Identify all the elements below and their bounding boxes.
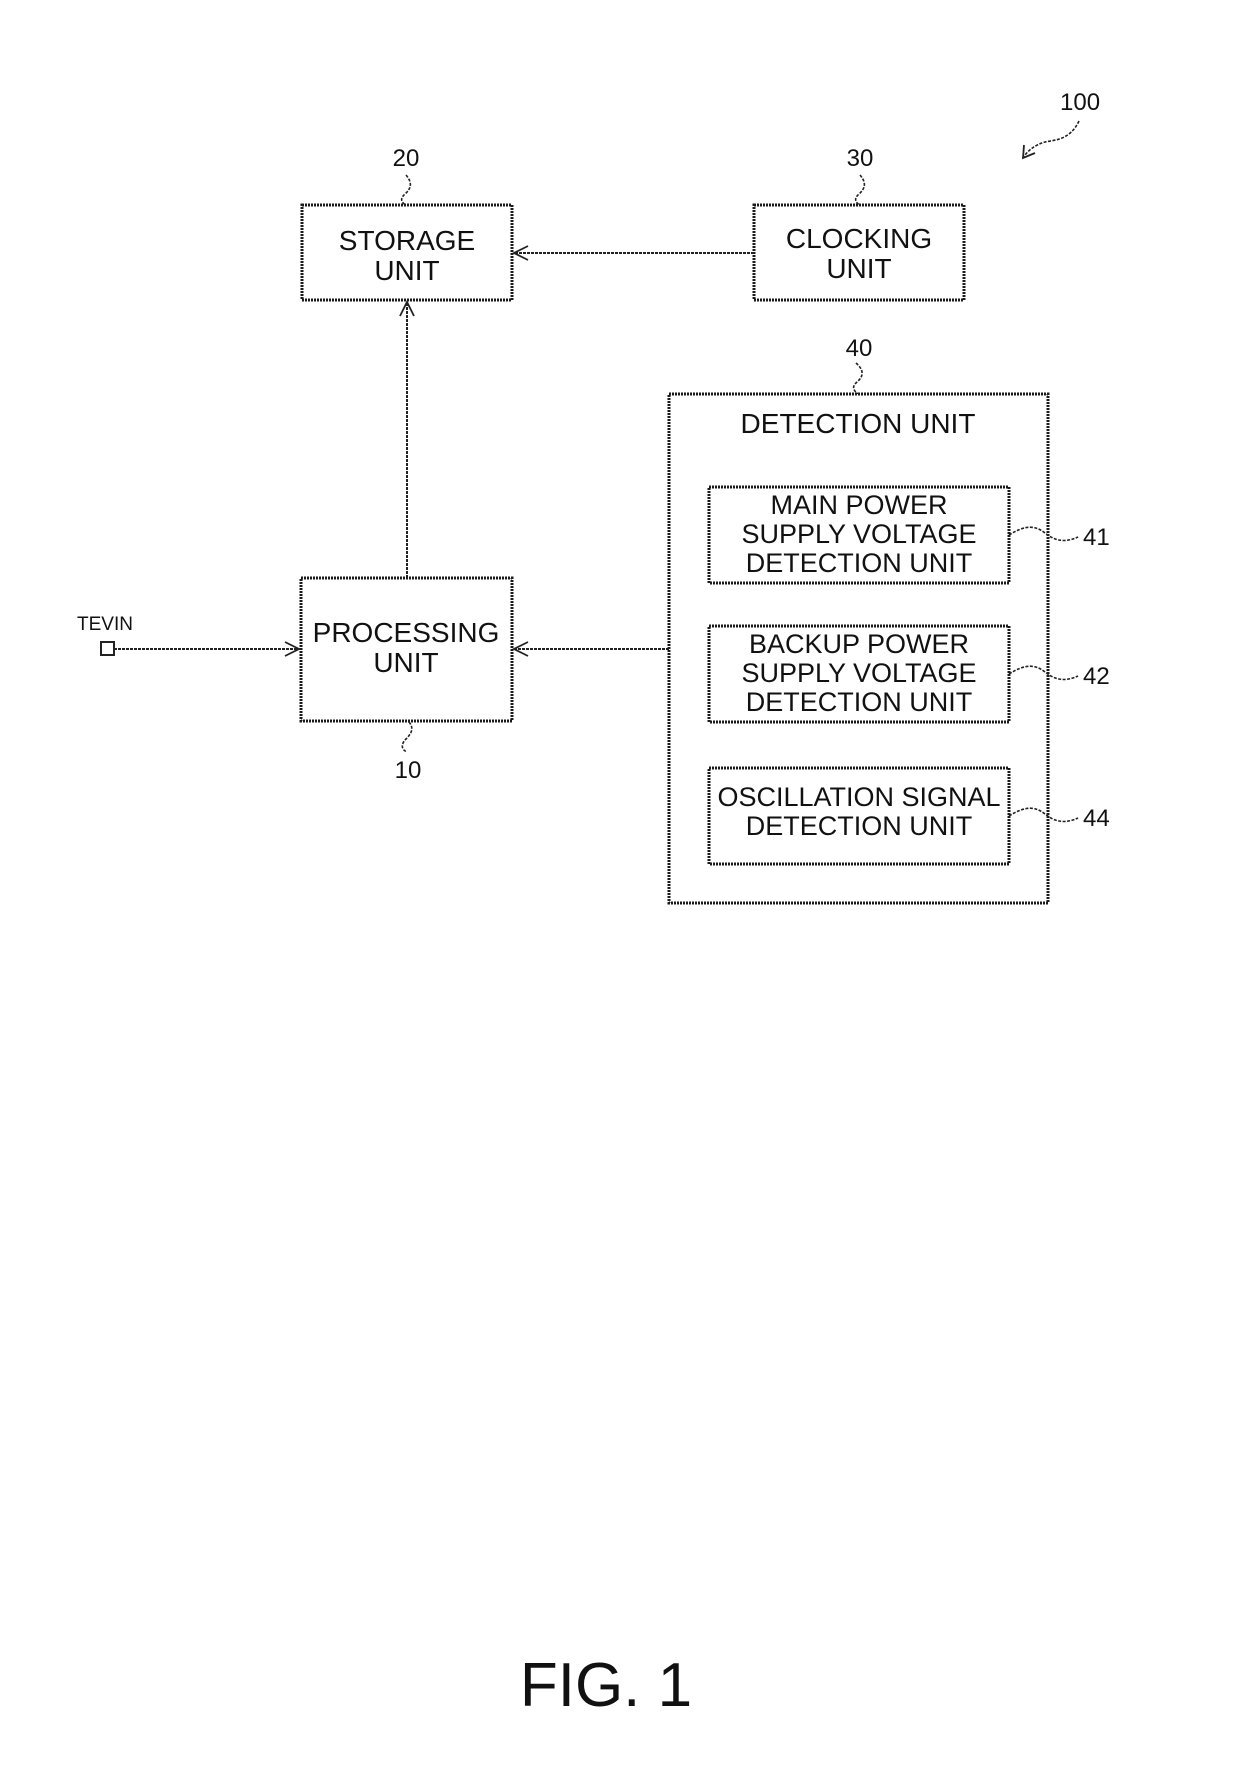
oscillation-detection-ref: 44 [1083, 805, 1110, 832]
clocking-unit-block: 30 CLOCKING UNIT [752, 145, 966, 302]
backup-power-detection-label-line-2: SUPPLY VOLTAGE [741, 658, 976, 688]
system-ref-leader [1022, 120, 1080, 159]
storage-unit-ref: 20 [393, 145, 420, 172]
processing-unit-label-line-1: PROCESSING [313, 617, 500, 648]
connection-processing-to-storage [399, 299, 415, 578]
main-power-detection-label-line-3: DETECTION UNIT [746, 548, 973, 578]
processing-unit-ref: 10 [395, 757, 422, 784]
terminal-pin-icon [100, 641, 115, 656]
storage-unit-ref-leader [400, 174, 412, 206]
system-reference: 100 [1021, 89, 1100, 160]
oscillation-signal-detection-unit: OSCILLATION SIGNAL DETECTION UNIT 44 [707, 766, 1110, 866]
block-diagram: 100 20 STORAGE UNIT 30 CLOCKING UNIT PRO… [77, 89, 1110, 1720]
main-power-supply-voltage-detection-unit: MAIN POWER SUPPLY VOLTAGE DETECTION UNIT… [707, 485, 1110, 585]
clocking-unit-ref: 30 [847, 145, 874, 172]
processing-unit-ref-leader [401, 721, 413, 753]
detection-unit-title: DETECTION UNIT [741, 408, 976, 439]
storage-unit-block: 20 STORAGE UNIT [300, 145, 514, 302]
connection-clocking-to-storage [511, 245, 754, 261]
oscillation-detection-label-line-2: DETECTION UNIT [746, 811, 973, 841]
processing-unit-block: PROCESSING UNIT 10 [299, 576, 514, 784]
figure-caption: FIG. 1 [520, 1651, 692, 1720]
processing-unit-label-line-2: UNIT [373, 647, 438, 678]
tevin-terminal: TEVIN [77, 614, 302, 657]
detection-unit-ref: 40 [846, 335, 873, 362]
connection-detection-to-processing [511, 641, 669, 657]
backup-power-supply-voltage-detection-unit: BACKUP POWER SUPPLY VOLTAGE DETECTION UN… [707, 624, 1110, 724]
detection-unit-ref-leader [852, 362, 863, 395]
main-power-detection-label-line-2: SUPPLY VOLTAGE [741, 519, 976, 549]
storage-unit-label-line-1: STORAGE [339, 225, 475, 256]
oscillation-detection-label-line-1: OSCILLATION SIGNAL [717, 782, 1000, 812]
backup-power-detection-label-line-3: DETECTION UNIT [746, 687, 973, 717]
tevin-label: TEVIN [77, 614, 133, 635]
backup-power-detection-label-line-1: BACKUP POWER [749, 629, 969, 659]
system-ref-label: 100 [1060, 89, 1100, 116]
clocking-unit-label-line-2: UNIT [826, 253, 891, 284]
storage-unit-label-line-2: UNIT [374, 255, 439, 286]
detection-unit-block: 40 DETECTION UNIT MAIN POWER SUPPLY VOLT… [667, 335, 1110, 905]
backup-power-detection-ref: 42 [1083, 663, 1110, 690]
main-power-detection-ref: 41 [1083, 524, 1110, 551]
main-power-detection-label-line-1: MAIN POWER [770, 490, 947, 520]
clocking-unit-label-line-1: CLOCKING [786, 223, 932, 254]
clocking-unit-ref-leader [854, 174, 866, 206]
